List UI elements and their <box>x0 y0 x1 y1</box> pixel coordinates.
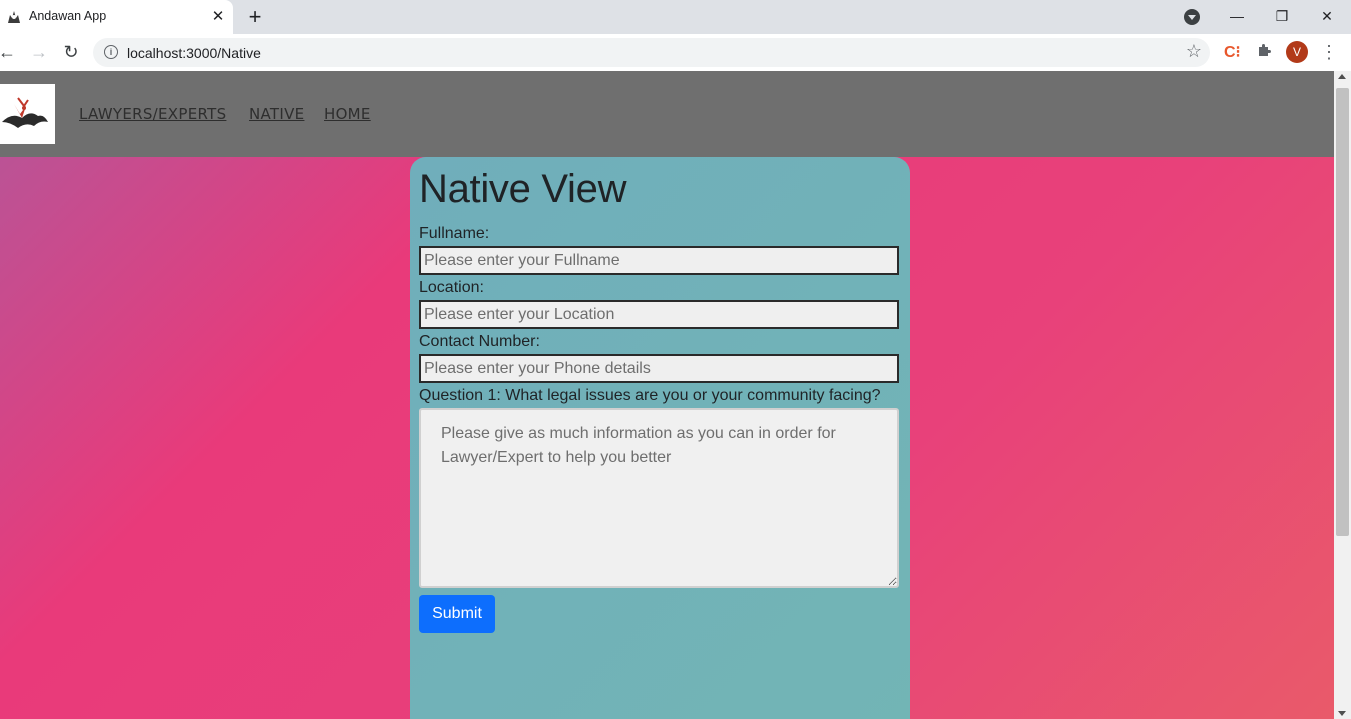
tab-close-icon[interactable]: ✕ <box>208 7 228 27</box>
info-icon[interactable]: i <box>104 45 118 59</box>
scroll-down-arrow-icon[interactable] <box>1338 711 1346 716</box>
fullname-label: Fullname: <box>419 225 490 242</box>
extension-c-icon[interactable]: C⁝ <box>1224 42 1241 62</box>
new-tab-button[interactable]: + <box>243 5 267 29</box>
question1-textarea[interactable] <box>419 408 899 588</box>
question1-label: Question 1: What legal issues are you or… <box>419 387 881 404</box>
browser-tab[interactable]: Andawan App ✕ <box>0 0 233 34</box>
nav-link-native[interactable]: NATIVE <box>249 105 304 123</box>
location-input[interactable] <box>419 300 899 329</box>
site-navbar: LAWYERS/EXPERTS NATIVE HOME <box>0 71 1334 157</box>
kebab-menu-icon[interactable]: ⋮ <box>1320 40 1338 64</box>
site-logo[interactable] <box>0 84 55 144</box>
page-viewport: LAWYERS/EXPERTS NATIVE HOME Native View … <box>0 71 1334 719</box>
puzzle-icon[interactable] <box>1256 42 1272 58</box>
contact-number-input[interactable] <box>419 354 899 383</box>
browser-toolbar: ← → ↻ i localhost:3000/Native ☆ C⁝ V ⋮ <box>0 34 1351 71</box>
restore-button[interactable]: ❐ <box>1267 4 1297 28</box>
reload-button[interactable]: ↻ <box>59 40 83 64</box>
page-title: Native View <box>419 167 627 211</box>
url-text[interactable]: localhost:3000/Native <box>127 45 261 61</box>
back-button[interactable]: ← <box>0 40 19 64</box>
submit-button[interactable]: Submit <box>419 595 495 633</box>
profile-avatar[interactable]: V <box>1286 41 1308 63</box>
tab-search-icon[interactable] <box>1184 9 1200 25</box>
star-icon[interactable]: ☆ <box>1186 41 1202 62</box>
wolf-logo-icon <box>2 97 48 128</box>
wolf-logo-icon <box>8 11 20 23</box>
scroll-up-arrow-icon[interactable] <box>1338 74 1346 79</box>
address-bar[interactable]: i localhost:3000/Native ☆ <box>93 38 1210 67</box>
native-form-card: Native View Fullname: Location: Contact … <box>410 157 910 719</box>
page-scrollbar[interactable] <box>1334 71 1351 719</box>
tab-title: Andawan App <box>29 9 107 23</box>
close-window-button[interactable]: ✕ <box>1312 4 1342 28</box>
nav-link-lawyers-experts[interactable]: LAWYERS/EXPERTS <box>79 105 226 123</box>
location-label: Location: <box>419 279 484 296</box>
fullname-input[interactable] <box>419 246 899 275</box>
forward-button[interactable]: → <box>27 40 51 64</box>
scroll-thumb[interactable] <box>1336 88 1349 536</box>
minimize-button[interactable]: — <box>1222 4 1252 28</box>
nav-link-home[interactable]: HOME <box>324 105 371 123</box>
contact-number-label: Contact Number: <box>419 333 540 350</box>
tab-strip: Andawan App ✕ + — ❐ ✕ <box>0 0 1351 34</box>
